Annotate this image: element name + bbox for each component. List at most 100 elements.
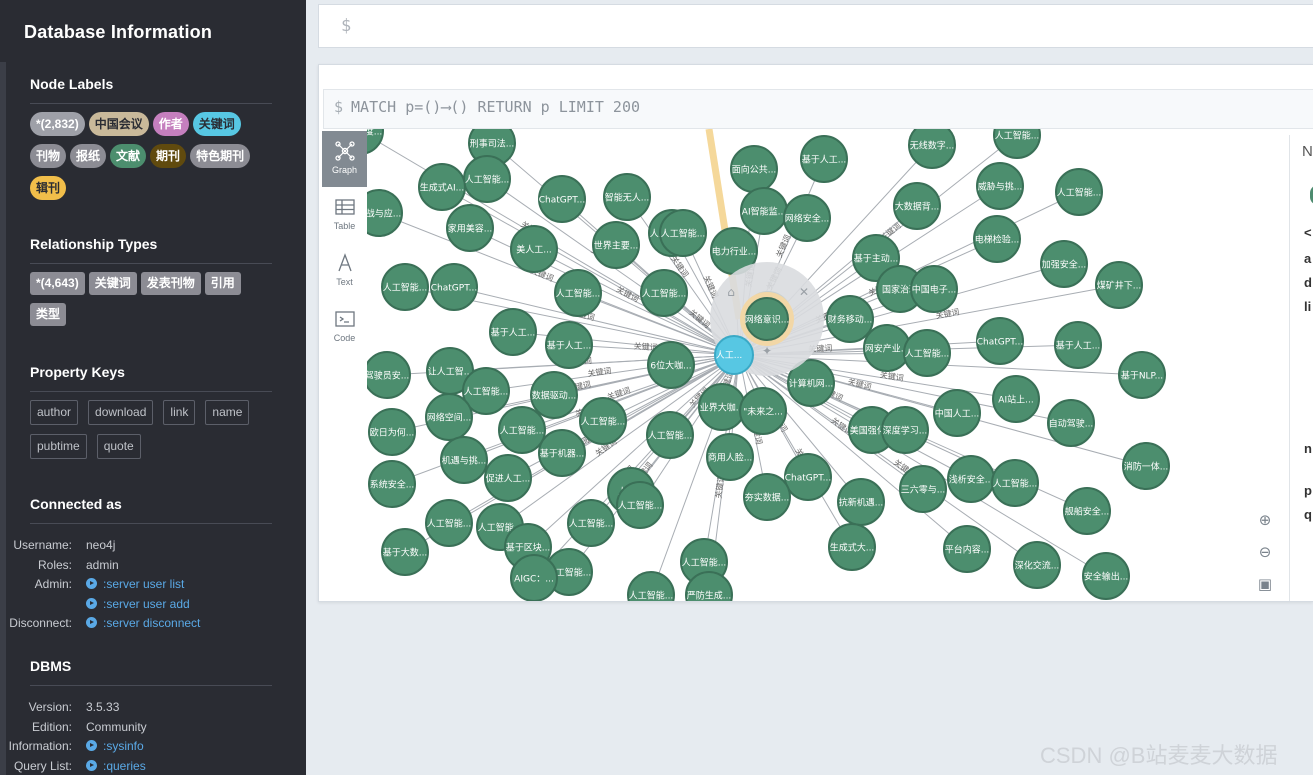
node-caption: 家用美容...	[448, 223, 493, 235]
node-caption: 基于NLP...	[1121, 370, 1163, 382]
property-key-chip[interactable]: author	[30, 400, 79, 425]
result-frame: $ MATCH p=()⟶() RETURN p LIMIT 200 Graph …	[318, 64, 1313, 602]
frame-query-bar[interactable]: $ MATCH p=()⟶() RETURN p LIMIT 200	[323, 89, 1313, 129]
property-key-chip[interactable]: pubtime	[30, 434, 87, 459]
inspector-panel: N < a d li n p q	[1289, 135, 1313, 601]
play-icon	[86, 597, 97, 609]
node-caption: 人工智能...	[905, 348, 950, 360]
node-caption: 基于深度...	[367, 129, 382, 138]
inspector-text: N	[1302, 143, 1313, 160]
node-caption: 业界大咖...	[700, 402, 745, 414]
node-caption: 煤矿井下...	[1097, 280, 1142, 292]
property-keys-section: Property Keys author download link name pubt…	[30, 364, 272, 468]
node-label-chip[interactable]: 特色期刊	[190, 144, 251, 168]
node-caption: 严防生成...	[687, 590, 732, 602]
tab-table[interactable]: Table	[322, 187, 367, 243]
property-key-chip[interactable]: name	[205, 400, 250, 425]
node-caption: 抗新机遇...	[839, 497, 884, 509]
lock-icon[interactable]: ⌂	[727, 285, 735, 299]
node-caption: 深度学习...	[883, 425, 928, 437]
command-link[interactable]: :sysinfo	[86, 737, 144, 757]
info-key	[0, 595, 86, 615]
close-icon[interactable]: ✕	[799, 285, 809, 299]
node-label-chip[interactable]: 期刊	[150, 144, 187, 168]
graph-svg[interactable]: 关键词关键词关键词关键词关键词 关键词关键词 关键词关键词 关键词关键词关键词关键词关…	[367, 129, 1289, 601]
dbms-section: DBMS Version: 3.5.33 Edition: Community Info…	[9, 658, 272, 775]
graph-canvas[interactable]: 关键词 关键词 关键词 关键词 关键词 关键词 关键词 关键词 关键词 关键词 关键词 关键词 关键词关…	[367, 129, 1289, 601]
cypher-editor[interactable]: $	[318, 4, 1313, 48]
command-link[interactable]: :server user add	[86, 595, 190, 615]
relationship-type-chip[interactable]: *(4,643)	[30, 272, 85, 295]
info-row: Edition: Community	[0, 718, 272, 738]
node-caption: 人工智能...	[1057, 187, 1102, 199]
info-key: Disconnect:	[9, 616, 72, 630]
property-key-chip[interactable]: quote	[96, 434, 141, 459]
zoom-out-icon[interactable]: ⊖	[1249, 537, 1281, 569]
node-caption: 基于主动...	[854, 253, 899, 265]
node-caption: ChatGPT...	[977, 338, 1023, 348]
inspector-text: p	[1304, 483, 1312, 498]
node-label-chip[interactable]: 刊物	[30, 144, 67, 168]
property-keys-heading: Property Keys	[30, 364, 125, 380]
node-label-chip[interactable]: 作者	[152, 112, 189, 136]
node-caption: 美人工...	[516, 244, 552, 256]
node-caption: AI智能监...	[742, 206, 786, 218]
info-value-text: Community	[86, 719, 147, 734]
node-caption: 基于人工...	[802, 154, 847, 166]
relationship-type-chip[interactable]: 发表刊物	[140, 272, 201, 295]
node-label-chip[interactable]: *(2,832)	[30, 112, 85, 136]
info-row: Roles: admin	[0, 556, 272, 576]
node-caption: 网络安全...	[785, 213, 830, 225]
node-labels-section: Node Labels *(2,832) 中国会议 作者 关键词 刊物 报纸 文献 期刊 特色期…	[30, 76, 272, 208]
relationship-type-chip[interactable]: 类型	[30, 303, 67, 326]
info-key: Information:	[8, 739, 72, 753]
node-caption: 商用人脸...	[708, 452, 753, 464]
inspector-text: q	[1304, 507, 1312, 522]
info-value-text: admin	[86, 557, 119, 572]
node-label-chip[interactable]: 关键词	[192, 112, 241, 136]
node-caption: 三六零与...	[901, 484, 946, 496]
node-caption: ChatGPT...	[785, 474, 831, 484]
node-caption: 网络空间...	[427, 412, 472, 424]
tab-code-label: Code	[333, 333, 356, 343]
inspector-text: d	[1304, 275, 1312, 290]
divider	[30, 263, 272, 264]
node-caption: 中国电子...	[912, 284, 957, 296]
graph-icon	[334, 141, 356, 161]
fit-icon[interactable]: ▣	[1249, 569, 1281, 601]
frame-query: $ MATCH p=()⟶() RETURN p LIMIT 200	[334, 98, 641, 116]
node-label-chip[interactable]: 中国会议	[88, 112, 149, 136]
tab-text[interactable]: Text	[322, 243, 367, 299]
sidebar-title: Database Information	[24, 22, 213, 42]
node-caption: 人工智能...	[648, 430, 693, 442]
info-value: 3.5.33	[86, 698, 119, 718]
node-label-chip[interactable]: 辑刊	[30, 176, 67, 200]
code-icon	[334, 309, 356, 329]
tab-graph[interactable]: Graph	[322, 131, 367, 187]
node-caption: 威胁与挑...	[978, 181, 1023, 193]
command-link[interactable]: :queries	[86, 757, 146, 775]
info-row: Admin::server user list	[0, 575, 272, 595]
relationship-type-chip[interactable]: 引用	[204, 272, 241, 295]
node-label-chip[interactable]: 文献	[110, 144, 147, 168]
node-caption: 欧日为何...	[370, 427, 415, 439]
zoom-controls: ⊕ ⊖ ▣	[1249, 505, 1281, 601]
node-caption: 加强安全...	[1042, 259, 1087, 271]
node-caption: 生成式大...	[830, 542, 875, 554]
property-key-chip[interactable]: download	[88, 400, 154, 425]
command-link[interactable]: :server user list	[86, 575, 184, 595]
zoom-in-icon[interactable]: ⊕	[1249, 505, 1281, 537]
node-caption: 消防一体...	[1124, 461, 1169, 473]
tab-code[interactable]: Code	[322, 299, 367, 355]
node-caption: 数据驱动...	[532, 390, 577, 402]
relationship-type-chip[interactable]: 关键词	[88, 272, 137, 295]
graph-edge[interactable]	[738, 354, 1038, 566]
expand-icon[interactable]: ✦	[762, 344, 772, 358]
node-label-chip[interactable]: 报纸	[70, 144, 107, 168]
info-value: Community	[86, 718, 147, 738]
command-link[interactable]: :server disconnect	[86, 614, 200, 634]
watermark: CSDN @B站麦麦大数据	[1040, 743, 1278, 768]
node-caption: 平台内容...	[945, 544, 990, 556]
node-caption: 机遇与挑...	[442, 455, 487, 467]
property-key-chip[interactable]: link	[163, 400, 196, 425]
